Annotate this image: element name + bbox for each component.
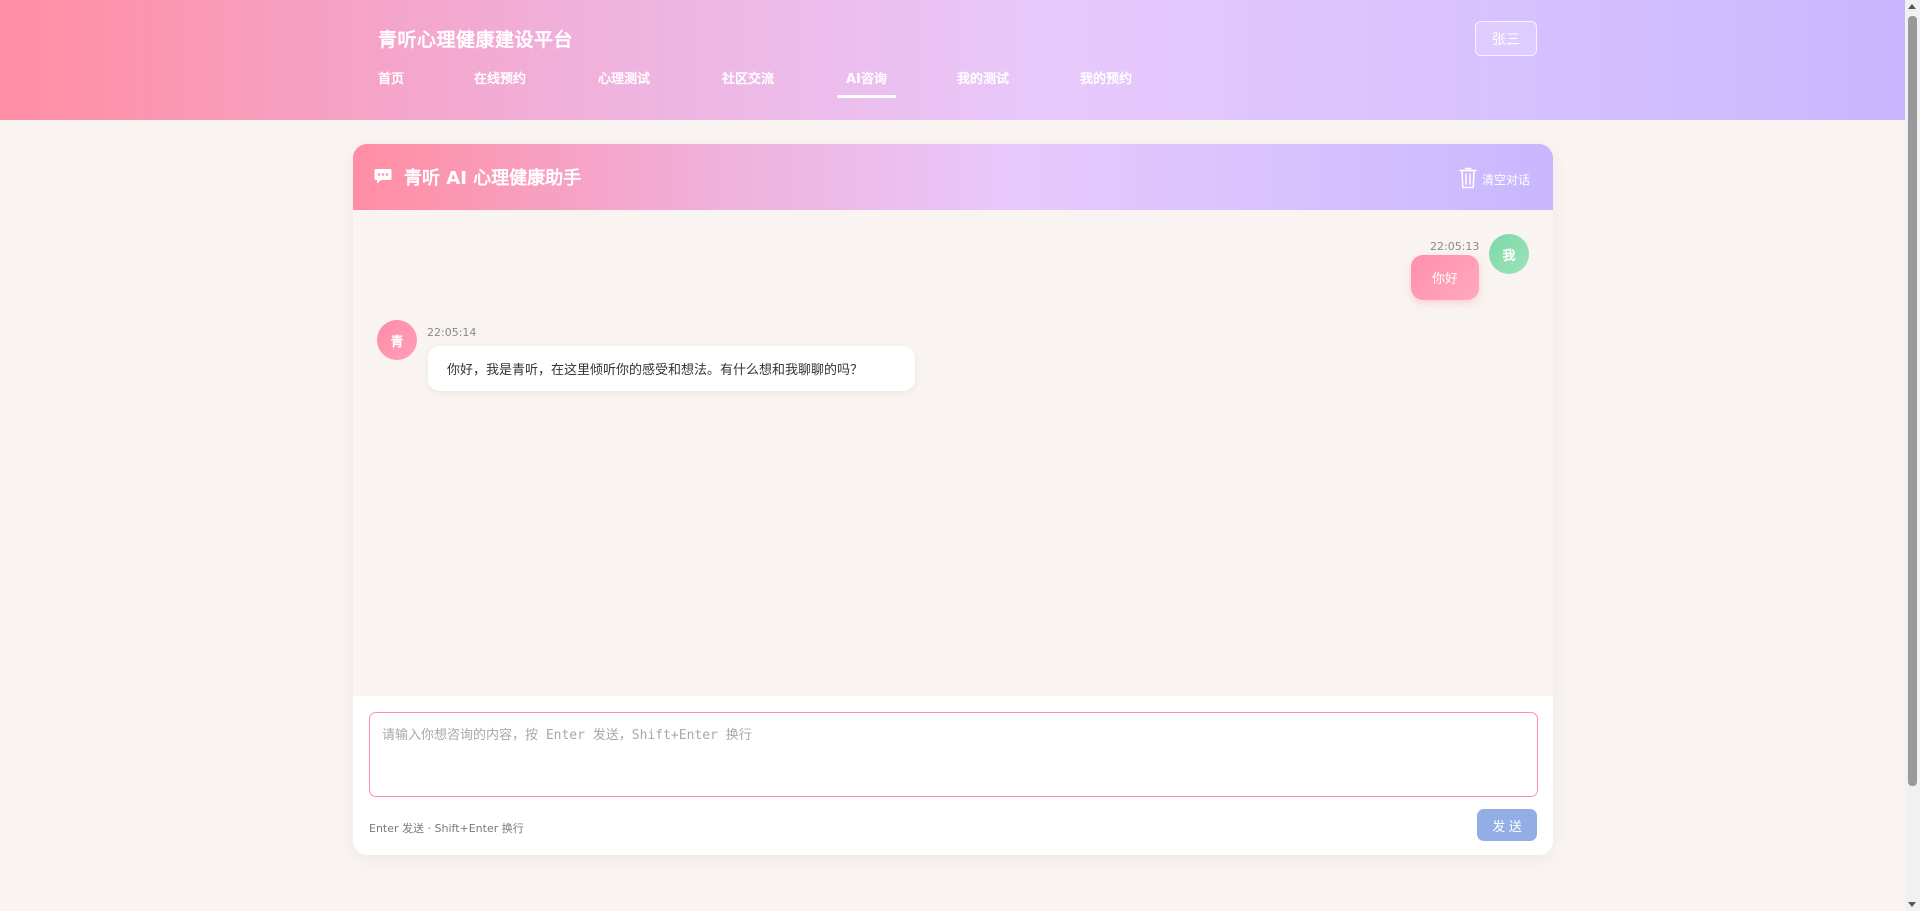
brand-title: 青听心理健康建设平台 bbox=[378, 29, 574, 51]
message-input[interactable] bbox=[369, 712, 1538, 797]
scroll-down-arrow-icon[interactable] bbox=[1908, 902, 1916, 907]
nav-item-home[interactable]: 首页 bbox=[378, 68, 404, 87]
nav-item-appointment[interactable]: 在线预约 bbox=[474, 68, 526, 87]
nav-item-my-tests[interactable]: 我的测试 bbox=[957, 68, 1009, 87]
nav-item-community[interactable]: 社区交流 bbox=[722, 68, 774, 87]
message-timestamp: 22:05:13 bbox=[1430, 240, 1480, 253]
clear-conversation-button[interactable]: 清空对话 bbox=[1459, 165, 1530, 189]
assistant-message-bubble: 你好，我是青听，在这里倾听你的感受和想法。有什么想和我聊聊的吗？ bbox=[428, 346, 915, 391]
send-button[interactable]: 发 送 bbox=[1477, 809, 1537, 841]
page-scrollbar[interactable] bbox=[1905, 0, 1920, 911]
nav-item-psych-test[interactable]: 心理测试 bbox=[598, 68, 650, 87]
chat-title: 青听 AI 心理健康助手 bbox=[404, 168, 582, 189]
user-message-bubble: 你好 bbox=[1411, 255, 1479, 300]
chat-panel: 青听 AI 心理健康助手 清空对话 22:05:13 你好 我 青 22:05:… bbox=[353, 144, 1553, 855]
chat-header: 青听 AI 心理健康助手 清空对话 bbox=[353, 144, 1553, 210]
nav-item-my-appointments[interactable]: 我的预约 bbox=[1080, 68, 1132, 87]
scroll-up-arrow-icon[interactable] bbox=[1908, 4, 1916, 9]
clear-conversation-label: 清空对话 bbox=[1482, 173, 1531, 187]
chat-bubble-icon bbox=[374, 169, 392, 184]
scrollbar-thumb[interactable] bbox=[1908, 16, 1917, 786]
nav-item-ai-consult[interactable]: AI咨询 bbox=[837, 68, 896, 98]
top-header: 青听心理健康建设平台 首页 在线预约 心理测试 社区交流 AI咨询 我的测试 我… bbox=[0, 0, 1905, 120]
keyboard-hint: Enter 发送 · Shift+Enter 换行 bbox=[369, 822, 524, 835]
message-composer: Enter 发送 · Shift+Enter 换行 发 送 bbox=[353, 696, 1553, 855]
user-avatar: 我 bbox=[1489, 234, 1529, 274]
assistant-avatar: 青 bbox=[377, 320, 417, 360]
trash-icon bbox=[1459, 167, 1477, 189]
message-timestamp: 22:05:14 bbox=[427, 326, 477, 339]
user-menu-button[interactable]: 张三 bbox=[1475, 21, 1537, 56]
